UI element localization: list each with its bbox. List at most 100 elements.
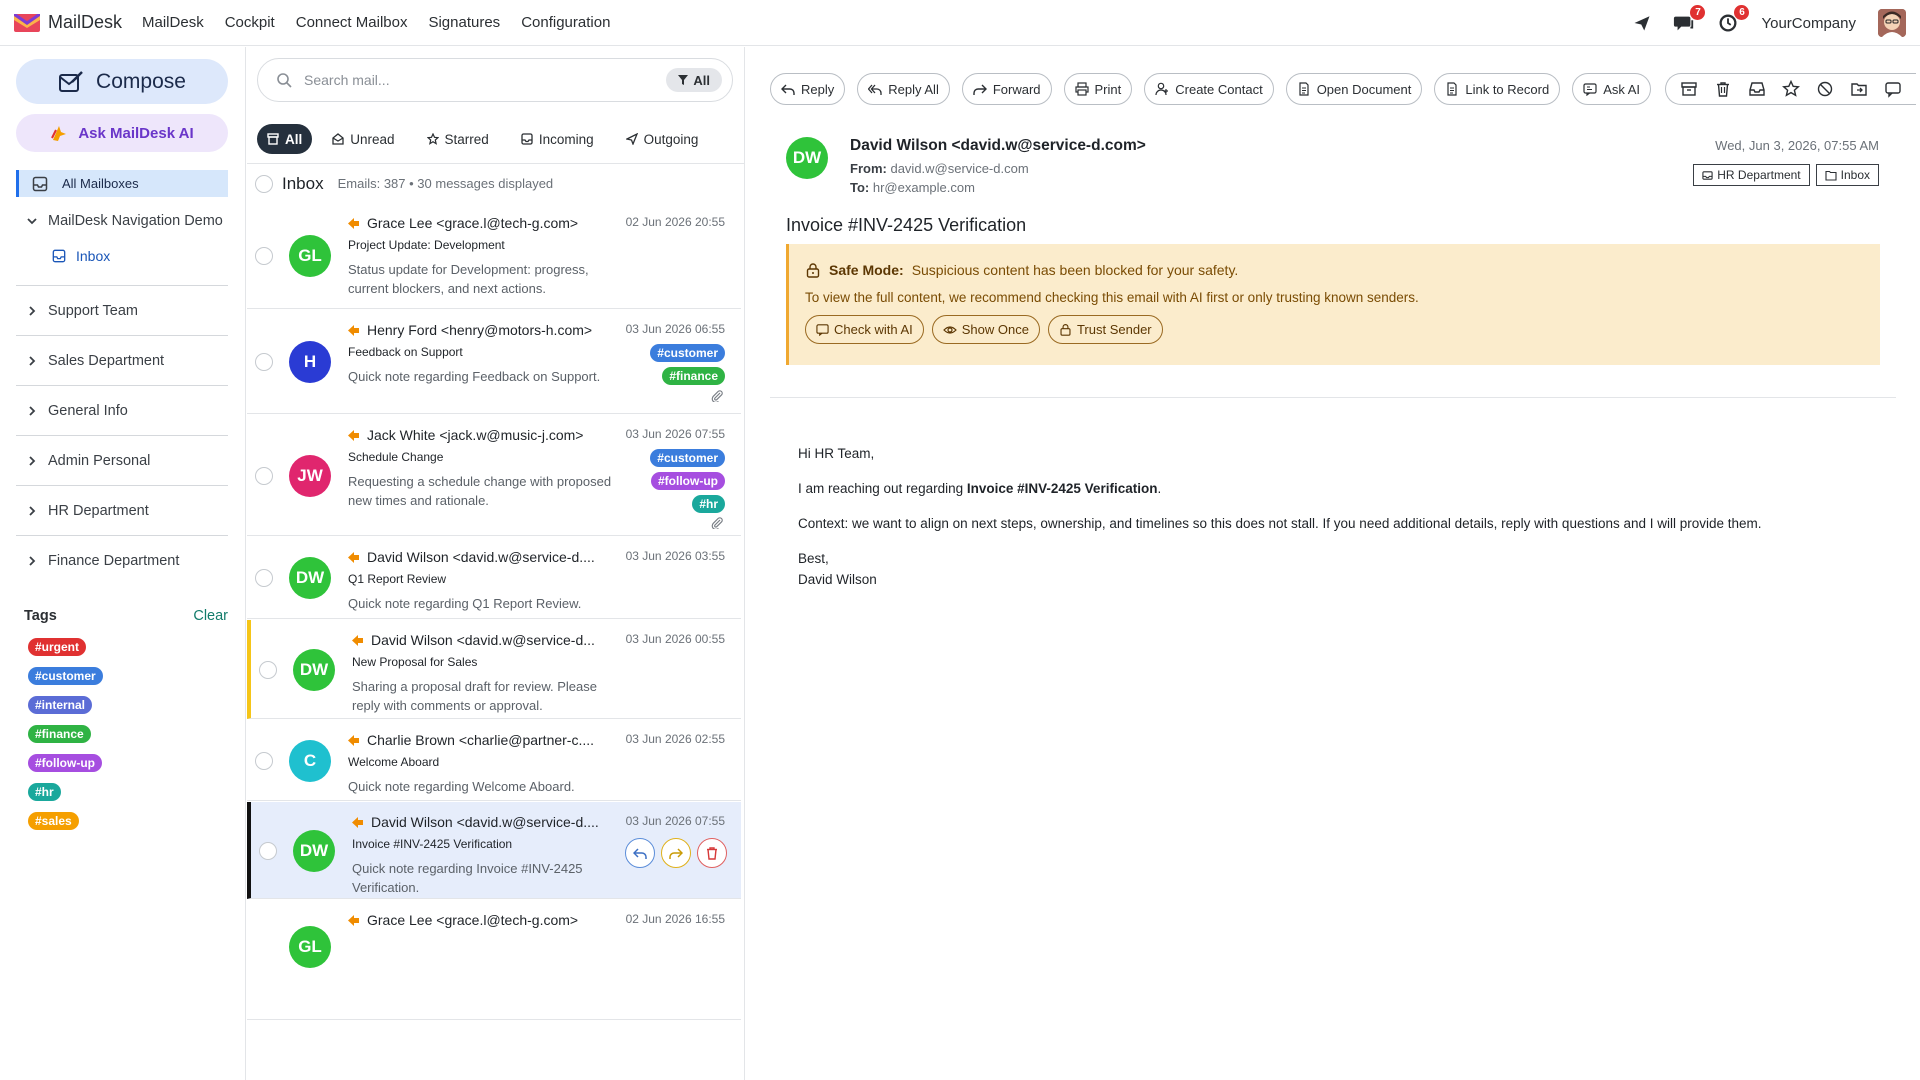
user-avatar[interactable]	[1878, 9, 1906, 37]
ask-ai-button[interactable]: Ask MailDesk AI	[16, 114, 228, 152]
folder-chip[interactable]: Inbox	[1815, 164, 1879, 186]
from-address[interactable]: david.w@service-d.com	[890, 161, 1028, 176]
trust-sender-button[interactable]: Trust Sender	[1047, 315, 1163, 344]
avatar: H	[289, 341, 331, 383]
reply-button[interactable]: Reply	[770, 73, 846, 105]
chevron-right-icon	[29, 355, 36, 366]
tag-customer[interactable]: #customer	[28, 666, 103, 685]
archive-icon[interactable]	[1680, 80, 1698, 98]
filter-starred[interactable]: Starred	[415, 124, 501, 154]
mail-preview: Status update for Development: progress,…	[348, 262, 589, 296]
filter-all[interactable]: All	[257, 124, 313, 154]
filter-outgoing[interactable]: Outgoing	[614, 124, 711, 154]
company-name[interactable]: YourCompany	[1761, 15, 1856, 32]
body-signoff: Best,	[798, 551, 829, 566]
quick-delete-button[interactable]	[697, 838, 727, 868]
mail-select-checkbox[interactable]	[255, 752, 273, 770]
move-to-folder-icon[interactable]	[1850, 80, 1868, 98]
tag-finance[interactable]: #finance	[662, 367, 725, 385]
mailbox-admin-personal[interactable]: Admin Personal	[16, 436, 228, 486]
trash-icon[interactable]	[1714, 80, 1732, 98]
tag-customer[interactable]: #customer	[650, 344, 725, 362]
tag-customer[interactable]: #customer	[650, 449, 725, 467]
tag-urgent[interactable]: #urgent	[28, 637, 87, 656]
tag-internal[interactable]: #internal	[28, 695, 93, 714]
reply-icon	[633, 848, 647, 859]
list-item[interactable]: DW David Wilson <david.w@service-d... Ne…	[247, 620, 741, 719]
message-toolbar: Reply Reply All Forward Print Create Con…	[770, 73, 1917, 105]
reply-arrow-icon	[352, 634, 363, 646]
mail-select-checkbox[interactable]	[259, 842, 277, 860]
quick-forward-button[interactable]	[661, 838, 691, 868]
show-once-button[interactable]: Show Once	[931, 315, 1040, 344]
search-filter-button[interactable]: All	[666, 68, 722, 92]
list-item[interactable]: GL Grace Lee <grace.l@tech-g.com> Projec…	[247, 203, 741, 309]
more-chat-icon[interactable]	[1884, 80, 1902, 98]
all-mailboxes-item[interactable]: All Mailboxes	[16, 170, 228, 197]
mailbox-general-info[interactable]: General Info	[16, 386, 228, 436]
nav-cockpit[interactable]: Cockpit	[225, 14, 275, 31]
mailbox-finance-department[interactable]: Finance Department	[16, 536, 228, 586]
body-greeting: Hi HR Team,	[798, 446, 875, 461]
list-item[interactable]: C Charlie Brown <charlie@partner-c.... W…	[247, 720, 741, 801]
mail-select-checkbox[interactable]	[259, 661, 277, 679]
nav-configuration[interactable]: Configuration	[521, 14, 610, 31]
nav-connect-mailbox[interactable]: Connect Mailbox	[296, 14, 408, 31]
list-header: Inbox Emails: 387 • 30 messages displaye…	[247, 163, 744, 203]
ask-ai-toolbar-button[interactable]: Ask AI	[1572, 73, 1652, 105]
list-item[interactable]: DW David Wilson <david.w@service-d.... Q…	[247, 537, 741, 619]
nav-signatures[interactable]: Signatures	[428, 14, 500, 31]
activity-button[interactable]: 6	[1717, 5, 1750, 34]
check-with-ai-button[interactable]: Check with AI	[805, 315, 924, 344]
mail-select-checkbox[interactable]	[255, 569, 273, 587]
link-to-record-button[interactable]: Link to Record	[1434, 73, 1561, 105]
tag-hr[interactable]: #hr	[692, 495, 725, 513]
to-address[interactable]: hr@example.com	[873, 180, 975, 195]
send-icon[interactable]	[1633, 14, 1651, 32]
tag-follow-up[interactable]: #follow-up	[651, 472, 725, 490]
star-icon[interactable]	[1782, 80, 1801, 98]
nav-maildesk[interactable]: MailDesk	[142, 14, 204, 31]
mail-select-checkbox[interactable]	[255, 353, 273, 371]
mailbox-label: Sales Department	[48, 352, 165, 369]
body-text: I am reaching out regarding	[798, 481, 967, 496]
mail-from: Charlie Brown <charlie@partner-c....	[367, 732, 595, 748]
mailbox-chip[interactable]: HR Department	[1693, 164, 1810, 186]
brand[interactable]: MailDesk	[14, 12, 122, 33]
mailbox-sales-department[interactable]: Sales Department	[16, 336, 228, 386]
mail-subject: Feedback on Support	[348, 345, 463, 359]
filter-label: Unread	[350, 131, 395, 147]
list-item[interactable]: H Henry Ford <henry@motors-h.com> Feedba…	[247, 310, 741, 414]
mailbox-label: HR Department	[48, 502, 149, 519]
quick-reply-button[interactable]	[625, 838, 655, 868]
search-input[interactable]	[304, 72, 634, 88]
filter-unread[interactable]: Unread	[320, 124, 406, 154]
create-contact-button[interactable]: Create Contact	[1144, 73, 1274, 105]
tag-finance[interactable]: #finance	[28, 724, 91, 743]
mail-select-checkbox[interactable]	[255, 247, 273, 265]
open-document-button[interactable]: Open Document	[1285, 73, 1423, 105]
mailbox-support-team[interactable]: Support Team	[16, 286, 228, 336]
chat-button[interactable]: 7	[1673, 5, 1706, 34]
list-item-selected[interactable]: DW David Wilson <david.w@service-d.... I…	[247, 802, 741, 899]
sidebar-item-inbox[interactable]: Inbox	[16, 245, 229, 267]
list-item[interactable]: JW Jack White <jack.w@music-j.com> Sched…	[247, 415, 741, 536]
mailbox-hr-department[interactable]: HR Department	[16, 486, 228, 536]
tag-hr[interactable]: #hr	[28, 782, 61, 801]
tags-clear-button[interactable]: Clear	[193, 608, 228, 624]
forward-button[interactable]: Forward	[961, 73, 1052, 105]
reply-all-button[interactable]: Reply All	[857, 73, 950, 105]
body-paragraph: I am reaching out regarding Invoice #INV…	[798, 478, 1762, 499]
mail-select-checkbox[interactable]	[255, 467, 273, 485]
tag-follow-up[interactable]: #follow-up	[28, 753, 102, 772]
nav-demo-group[interactable]: MailDesk Navigation Demo	[16, 209, 229, 233]
select-all-checkbox[interactable]	[255, 174, 273, 193]
spam-icon[interactable]	[1816, 80, 1834, 98]
mail-subject: Project Update: Development	[348, 238, 505, 252]
compose-button[interactable]: Compose	[16, 59, 228, 104]
inbox-icon[interactable]	[1748, 80, 1766, 98]
list-item[interactable]: GL Grace Lee <grace.l@tech-g.com> 02 Jun…	[247, 900, 741, 1020]
tag-sales[interactable]: #sales	[28, 811, 79, 830]
print-button[interactable]: Print	[1063, 73, 1133, 105]
filter-incoming[interactable]: Incoming	[509, 124, 606, 154]
